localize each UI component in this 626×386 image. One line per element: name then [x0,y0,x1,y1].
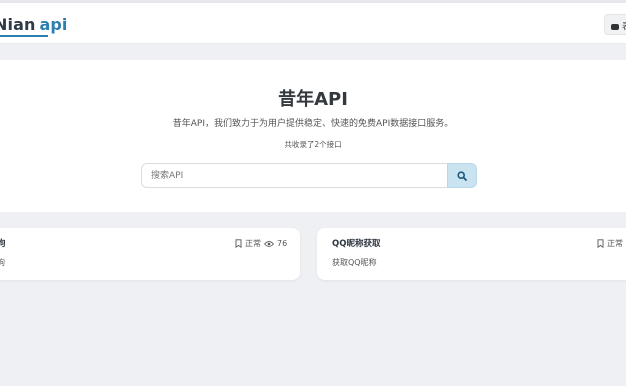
api-status: 正常 [245,239,261,248]
site-header: Nianapi 表 [0,3,626,44]
search-icon [457,170,467,181]
bookmark-icon [597,239,604,248]
site-logo[interactable]: Nian api [0,15,68,34]
api-card-description: 狗 [0,258,5,267]
header-action-label: 表 [622,22,626,32]
logo-underline [0,35,48,37]
api-card-meta: 正常 76 [235,238,287,249]
page: Nianapi 表 昔年API 昔年API，我们致力于为用户提供稳定、快速的免费… [0,0,626,386]
api-status: 正常 [607,239,623,248]
api-card-description: 获取QQ昵称 [332,258,377,267]
search-button[interactable] [447,163,477,188]
page-title: 昔年API [278,89,348,110]
api-card[interactable]: QQ昵称获取 获取QQ昵称 正常 [317,228,626,280]
logo-word-api: api [39,15,68,34]
search-bar [141,163,477,188]
api-count: 共收录了2个接口 [284,140,342,149]
page-description: 昔年API，我们致力于为用户提供稳定、快速的免费API数据接口服务。 [172,119,454,129]
eye-icon [264,240,274,247]
bookmark-icon [235,239,242,248]
api-card-title: 狗 [0,239,6,249]
api-card[interactable]: 狗 狗 正常 76 [0,228,300,280]
api-card-meta: 正常 [597,238,623,249]
api-card-title: QQ昵称获取 [332,239,381,249]
device-icon [611,23,619,30]
api-view-count: 76 [277,239,288,248]
header-action-button[interactable]: 表 [604,14,626,35]
logo-word-nian: Nian [0,15,36,34]
hero-section: 昔年API 昔年API，我们致力于为用户提供稳定、快速的免费API数据接口服务。… [0,60,626,212]
search-input[interactable] [141,163,447,188]
